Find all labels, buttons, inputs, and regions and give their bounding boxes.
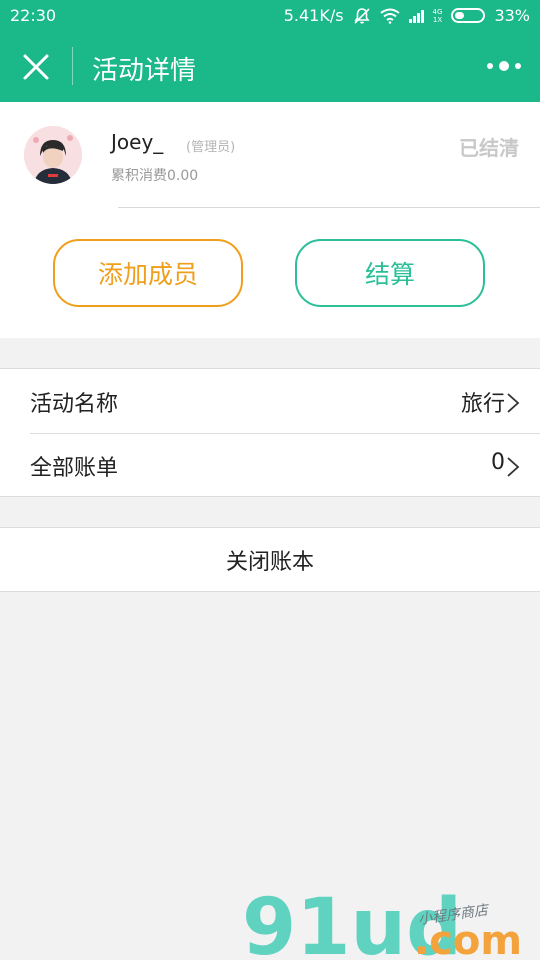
wifi-icon [379,8,400,24]
avatar-image [24,126,82,184]
close-icon[interactable] [14,45,58,89]
row-value: 旅行 [460,392,505,417]
status-right: 5.41K/s 4G 1X 33% [284,6,530,25]
activity-info-list: 活动名称 旅行 全部账单 0 [0,368,540,497]
network-type-top: 4G [432,7,443,16]
nav-bar: 活动详情 [0,32,540,102]
chevron-right-icon [507,393,520,413]
network-type: 4G 1X [433,8,443,24]
chevron-right-icon [507,457,520,477]
row-label: 全部账单 [30,456,119,481]
settle-button[interactable]: 结算 [295,239,485,307]
close-book-button[interactable]: 关闭账本 [0,527,540,592]
page-title: 活动详情 [92,56,197,86]
user-role: (管理员) [186,140,236,155]
battery-icon [451,8,486,23]
status-time: 22:30 [10,6,57,25]
signal-icon [408,9,424,23]
watermark-logo: 91ud .com 小程序商店 [242,884,522,960]
divider [118,207,540,208]
network-type-bottom: 1X [432,15,443,24]
activity-name-row[interactable]: 活动名称 旅行 [0,369,540,434]
battery-fill [455,12,465,19]
nav-divider [72,47,73,85]
bell-muted-icon [353,7,370,24]
user-name: Joey_ [111,130,164,154]
all-bills-row[interactable]: 全部账单 0 [0,433,540,497]
battery-percent: 33% [494,6,530,25]
avatar[interactable] [24,126,82,184]
net-speed: 5.41K/s [283,6,344,25]
row-label: 活动名称 [30,392,119,417]
row-value: 0 [491,450,505,475]
more-icon[interactable] [486,54,522,78]
settled-status: 已结清 [459,136,519,160]
status-bar: 22:30 5.41K/s 4G 1X 33% [0,0,540,32]
add-member-button[interactable]: 添加成员 [53,239,243,307]
user-total-spend: 累积消费0.00 [111,168,199,184]
user-card: Joey_ (管理员) 累积消费0.00 已结清 添加成员 结算 [0,102,540,338]
